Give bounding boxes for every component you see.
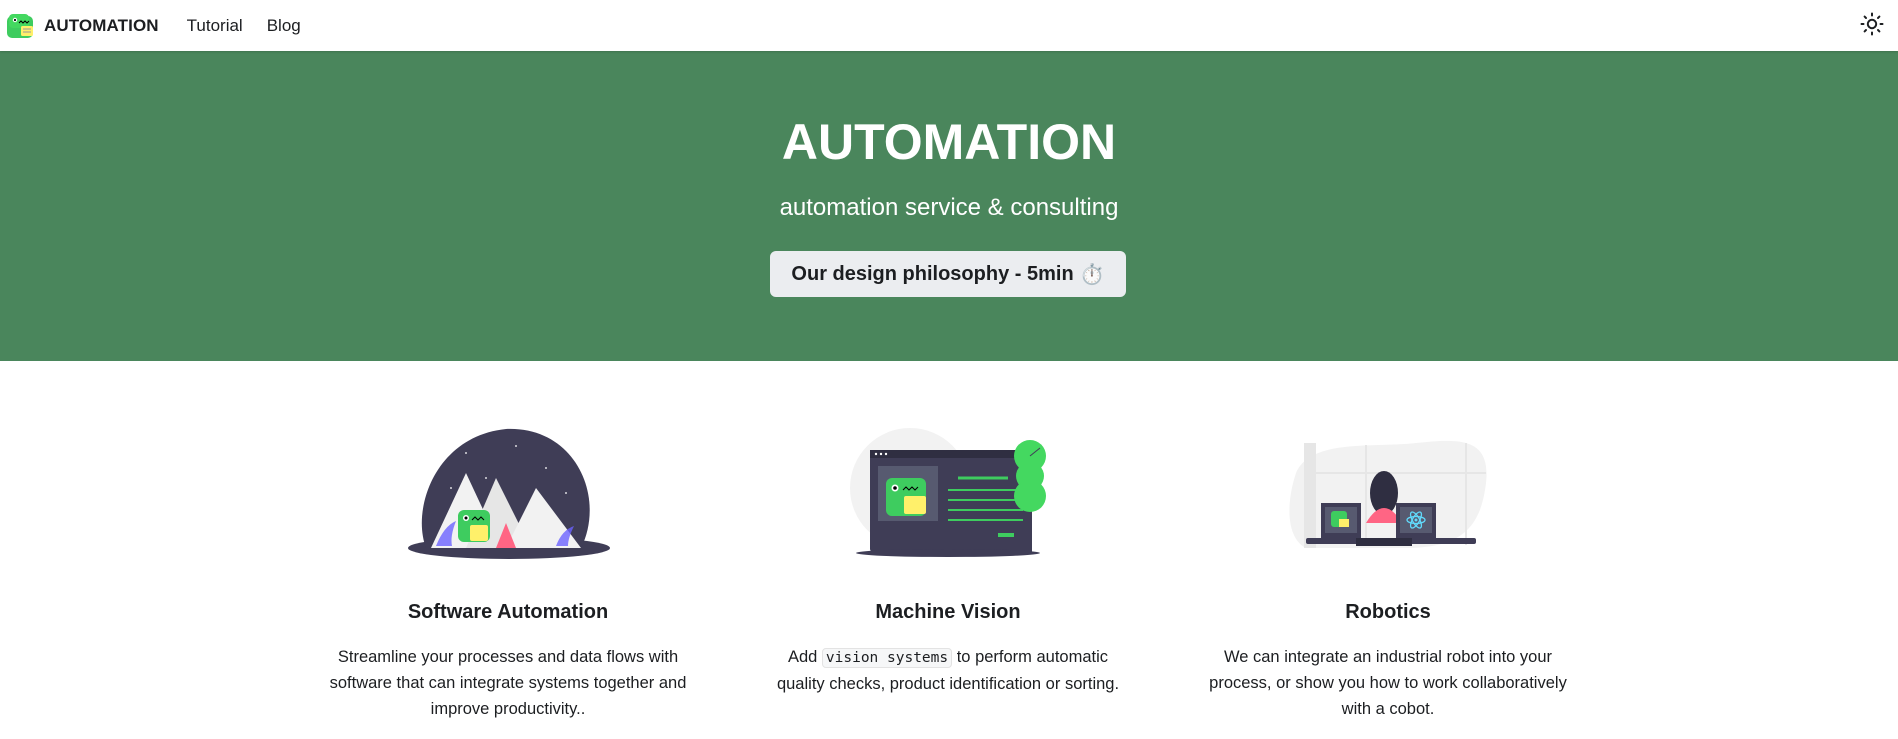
mountains-dino-illustration [408,428,610,559]
hero-subtitle: automation service & consulting [779,194,1119,221]
stopwatch-icon: ⏱️ [1079,263,1105,286]
desc-prefix: Add [787,648,818,666]
brand-link[interactable]: AUTOMATION [5,10,159,42]
brand-title: AUTOMATION [44,15,159,35]
feature-title: Machine Vision [875,601,1021,623]
nav-link-blog[interactable]: Blog [267,16,301,36]
navbar: AUTOMATION Tutorial Blog [0,0,1898,51]
sun-icon [1860,12,1884,36]
theme-toggle-button[interactable] [1858,10,1886,38]
feature-title: Robotics [1345,601,1431,623]
hero-title: AUTOMATION [781,114,1117,170]
monitor-dino-illustration [850,428,1046,557]
dino-logo-icon [7,13,33,38]
nav-link-tutorial[interactable]: Tutorial [187,16,243,36]
features-section: Software Automation Streamline your proc… [0,361,1898,739]
design-philosophy-button[interactable]: Our design philosophy - 5min ⏱️ [770,251,1126,297]
hero-button-label: Our design philosophy - 5min [791,262,1074,285]
feature-description: Add vision systems to perform automatic … [768,644,1128,697]
hero-banner: AUTOMATION automation service & consulti… [0,51,1898,361]
feature-description: Streamline your processes and data flows… [329,648,687,718]
inline-code: vision systems [821,648,953,668]
feature-description: We can integrate an industrial robot int… [1209,648,1567,718]
feature-title: Software Automation [407,601,609,623]
person-desk-illustration [1289,440,1487,548]
